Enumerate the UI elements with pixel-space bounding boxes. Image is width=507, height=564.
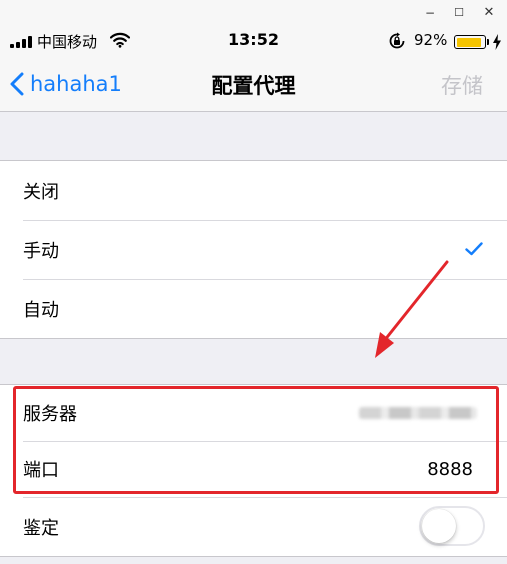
battery-fill (456, 37, 482, 47)
maximize-button[interactable]: ☐ (450, 4, 468, 22)
orientation-lock-icon (389, 32, 405, 49)
proxy-mode-auto[interactable]: 自动 (0, 279, 507, 338)
battery-percent: 92% (414, 31, 448, 49)
auth-label: 鉴定 (23, 517, 59, 539)
charging-bolt-icon (493, 34, 501, 50)
window-controls: − ☐ ✕ (0, 0, 507, 26)
close-button[interactable]: ✕ (480, 4, 498, 22)
save-button[interactable]: 存储 (441, 70, 483, 100)
server-label: 服务器 (23, 404, 77, 425)
toggle-knob (422, 509, 456, 543)
port-label: 端口 (23, 460, 59, 481)
checkmark-icon (465, 242, 483, 256)
status-bar: 中国移动 13:52 92% (0, 26, 507, 56)
manual-proxy-section: 服务器 端口 8888 鉴定 (0, 384, 507, 557)
port-value[interactable]: 8888 (427, 459, 473, 480)
minimize-button[interactable]: − (421, 4, 439, 22)
battery-icon (454, 35, 486, 49)
proxy-mode-label: 手动 (23, 240, 59, 262)
auth-toggle[interactable] (419, 506, 485, 546)
port-row[interactable]: 端口 8888 (0, 441, 507, 497)
proxy-mode-manual[interactable]: 手动 (0, 220, 507, 279)
back-button[interactable]: hahaha1 (10, 66, 122, 102)
back-button-label: hahaha1 (30, 72, 122, 96)
proxy-mode-off[interactable]: 关闭 (0, 161, 507, 220)
proxy-mode-section: 关闭 手动 自动 (0, 160, 507, 339)
auth-row: 鉴定 (0, 497, 507, 556)
navigation-bar: hahaha1 配置代理 存储 (0, 56, 507, 112)
proxy-mode-label: 关闭 (23, 181, 59, 203)
proxy-mode-label: 自动 (23, 299, 59, 321)
server-value-redacted[interactable] (359, 407, 477, 419)
battery-tip (487, 39, 489, 45)
chevron-left-icon (10, 72, 24, 96)
server-row[interactable]: 服务器 (0, 385, 507, 441)
